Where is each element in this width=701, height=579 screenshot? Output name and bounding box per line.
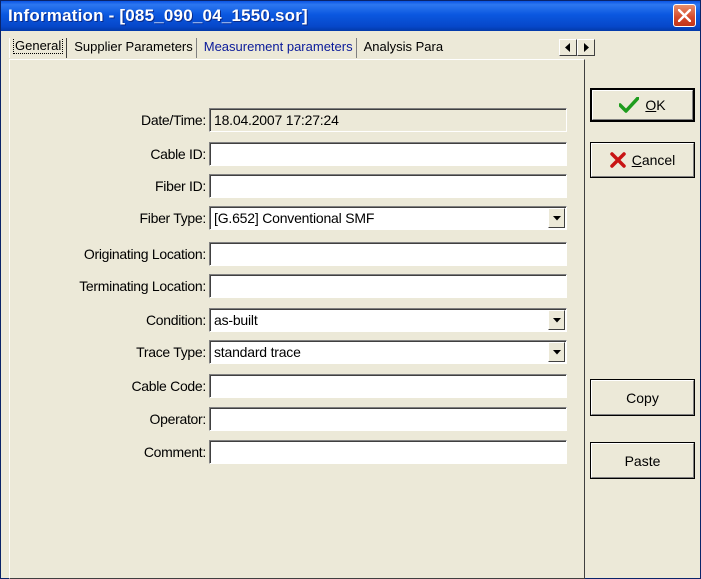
fiber-id-field[interactable] xyxy=(209,174,567,198)
tab-scroll-arrows xyxy=(559,39,595,56)
chevron-down-icon xyxy=(553,318,561,323)
tab-supplier-parameters[interactable]: Supplier Parameters xyxy=(71,38,197,58)
close-button[interactable] xyxy=(673,4,696,27)
condition-dropdown-button[interactable] xyxy=(548,310,565,330)
title-bar[interactable]: Information - [085_090_04_1550.sor] xyxy=(1,1,700,31)
triangle-left-icon xyxy=(565,43,570,52)
operator-field[interactable] xyxy=(209,407,567,431)
cancel-button-label: Cancel xyxy=(632,152,676,168)
ok-button-content: OK xyxy=(592,90,693,120)
close-icon xyxy=(678,9,691,22)
cable-code-field[interactable] xyxy=(209,374,567,398)
tab-scroll-right-button[interactable] xyxy=(577,39,595,56)
tab-general[interactable]: General xyxy=(9,38,68,58)
x-icon xyxy=(609,152,626,168)
trace-type-value: standard trace xyxy=(214,344,301,360)
chevron-down-icon xyxy=(553,216,561,221)
cancel-button[interactable]: Cancel xyxy=(590,142,695,178)
chevron-down-icon xyxy=(553,350,561,355)
condition-value: as-built xyxy=(214,312,258,328)
terminating-location-label: Terminating Location: xyxy=(79,278,206,294)
paste-button-label: Paste xyxy=(624,452,661,469)
trace-type-select[interactable]: standard trace xyxy=(209,340,567,364)
fiber-type-dropdown-button[interactable] xyxy=(548,208,565,228)
tab-analysis-parameters[interactable]: Analysis Para xyxy=(361,38,446,58)
condition-label: Condition: xyxy=(145,312,206,328)
originating-location-label: Originating Location: xyxy=(83,246,206,262)
terminating-location-field[interactable] xyxy=(209,274,567,298)
information-dialog: Information - [085_090_04_1550.sor] Gene… xyxy=(0,0,701,579)
operator-label: Operator: xyxy=(149,411,207,427)
trace-type-label: Trace Type: xyxy=(136,344,206,360)
cable-id-field[interactable] xyxy=(209,142,567,166)
tab-measurement-parameters[interactable]: Measurement parameters xyxy=(201,38,357,58)
originating-location-field[interactable] xyxy=(209,242,567,266)
cable-id-label: Cable ID: xyxy=(150,146,206,162)
fiber-type-select[interactable]: [G.652] Conventional SMF xyxy=(209,206,567,230)
trace-type-dropdown-button[interactable] xyxy=(548,342,565,362)
cancel-button-content: Cancel xyxy=(591,143,694,177)
paste-button[interactable]: Paste xyxy=(590,442,695,479)
comment-label: Comment: xyxy=(143,444,206,460)
cable-code-label: Cable Code: xyxy=(131,378,206,394)
triangle-right-icon xyxy=(584,43,589,52)
copy-button-label: Copy xyxy=(626,389,659,406)
cancel-label-rest: ancel xyxy=(641,152,676,168)
condition-select[interactable]: as-built xyxy=(209,308,567,332)
ok-button[interactable]: OK xyxy=(590,88,695,122)
cancel-mnemonic: C xyxy=(631,152,642,168)
datetime-field: 18.04.2007 17:27:24 xyxy=(209,108,567,132)
datetime-label: Date/Time: xyxy=(141,112,206,128)
fiber-type-value: [G.652] Conventional SMF xyxy=(214,210,375,226)
tab-general-label: General xyxy=(12,38,64,54)
tab-scroll-left-button[interactable] xyxy=(559,39,577,56)
window-title: Information - [085_090_04_1550.sor] xyxy=(8,6,308,25)
fiber-id-label: Fiber ID: xyxy=(155,178,206,194)
comment-field[interactable] xyxy=(209,440,567,464)
ok-mnemonic: O xyxy=(645,97,657,113)
copy-button[interactable]: Copy xyxy=(590,379,695,416)
check-icon xyxy=(619,97,640,113)
ok-label-rest: K xyxy=(656,97,666,113)
ok-button-label: OK xyxy=(645,97,665,113)
fiber-type-label: Fiber Type: xyxy=(139,210,207,226)
tab-bar: General Supplier Parameters Measurement pa… xyxy=(9,38,557,59)
